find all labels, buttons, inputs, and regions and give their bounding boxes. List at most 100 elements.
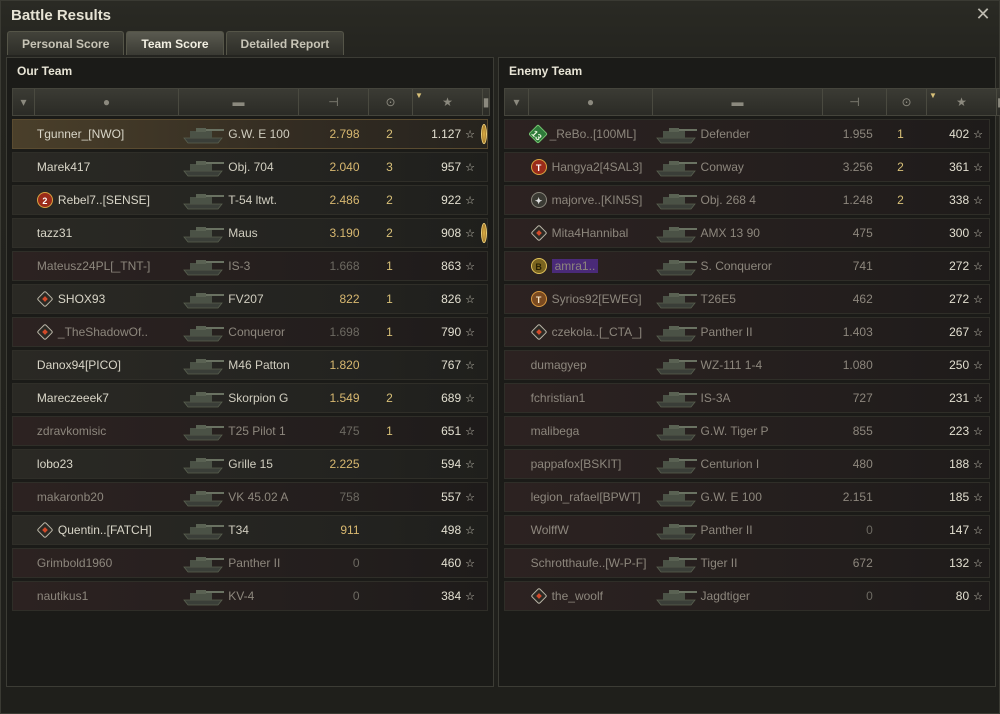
player-name[interactable]: Tgunner_[NWO] (37, 127, 124, 141)
player-cell: nautikus1 (35, 581, 178, 611)
player-name[interactable]: legion_rafael[BPWT] (531, 490, 641, 504)
enemy-header-player-icon[interactable]: ● (529, 89, 653, 115)
player-name[interactable]: WolffW (531, 523, 569, 537)
enemy-header-kills-icon[interactable]: ⊙ (887, 89, 927, 115)
star-icon: ☆ (465, 194, 476, 207)
player-name[interactable]: zdravkomisic (37, 424, 106, 438)
player-name[interactable]: makaronb20 (37, 490, 104, 504)
our-header-tank-icon[interactable]: ▬ (179, 89, 299, 115)
player-name[interactable]: amra1.. (551, 259, 599, 273)
our-header-squad-icon[interactable]: ▾ (13, 89, 35, 115)
squad-cell (505, 548, 529, 578)
medal-icon[interactable] (481, 124, 487, 144)
squad-cell (13, 482, 35, 512)
enemy-table-row[interactable]: T Syrios92[EWEG] T26E5 462 272 ☆ (504, 284, 990, 314)
player-name[interactable]: nautikus1 (37, 589, 88, 603)
player-name[interactable]: lobo23 (37, 457, 73, 471)
enemy-table-row[interactable]: the_woolf Jagdtiger 0 80 ☆ (504, 581, 990, 611)
damage-value: 0 (352, 556, 360, 570)
our-table-row[interactable]: 2 Rebel7..[SENSE] T-54 ltwt. 2.486 2 922 ☆ (12, 185, 488, 215)
player-name[interactable]: Marek417 (37, 160, 90, 174)
player-name[interactable]: Schrotthaufe..[W-P-F] (531, 556, 647, 570)
our-table-row[interactable]: Danox94[PICO] M46 Patton 1.820 767 ☆ (12, 350, 488, 380)
player-name[interactable]: Syrios92[EWEG] (552, 292, 642, 306)
medal-icon[interactable] (481, 223, 487, 243)
our-table-row[interactable]: Marek417 Obj. 704 2.040 3 957 ☆ (12, 152, 488, 182)
player-name[interactable]: pappafox[BSKIT] (531, 457, 622, 471)
tab-detailed-report[interactable]: Detailed Report (225, 31, 345, 55)
our-table-row[interactable]: SHOX93 FV207 822 1 826 ☆ (12, 284, 488, 314)
player-name[interactable]: majorve..[KIN5S] (552, 193, 643, 207)
enemy-header-xp-star-icon[interactable]: ★ ▼ (927, 89, 997, 115)
our-table-row[interactable]: Mateusz24PL[_TNT-] IS-3 1.668 1 863 ☆ (12, 251, 488, 281)
our-header-medal-icon[interactable]: ▮ (483, 89, 490, 115)
player-name[interactable]: fchristian1 (531, 391, 586, 405)
player-name[interactable]: Mateusz24PL[_TNT-] (37, 259, 150, 273)
enemy-table-row[interactable]: fchristian1 IS-3A 727 231 ☆ (504, 383, 990, 413)
our-table-row[interactable]: makaronb20 VK 45.02 A 758 557 ☆ (12, 482, 488, 512)
player-name[interactable]: _TheShadowOf.. (58, 325, 148, 339)
enemy-header-damage-icon[interactable]: ⊣ (823, 89, 887, 115)
enemy-table-row[interactable]: dumagyep WZ-111 1-4 1.080 250 ☆ (504, 350, 990, 380)
our-table-row[interactable]: tazz31 Maus 3.190 2 908 ☆ (12, 218, 488, 248)
our-table-row[interactable]: nautikus1 KV-4 0 384 ☆ (12, 581, 488, 611)
enemy-table-row[interactable]: Mita4Hannibal AMX 13 90 475 300 ☆ (504, 218, 990, 248)
player-name[interactable]: SHOX93 (58, 292, 105, 306)
player-name[interactable]: czekola..[_CTA_] (552, 325, 642, 339)
our-header-player-icon[interactable]: ● (35, 89, 179, 115)
our-table-row[interactable]: Grimbold1960 Panther II 0 460 ☆ (12, 548, 488, 578)
our-table-row[interactable]: Mareczeeek7 Skorpion G 1.549 2 689 ☆ (12, 383, 488, 413)
xp-value: 767 (441, 358, 462, 372)
our-header-damage-icon[interactable]: ⊣ (299, 89, 369, 115)
player-name[interactable]: Mita4Hannibal (552, 226, 629, 240)
tank-name: T25 Pilot 1 (228, 424, 286, 438)
enemy-table-row[interactable]: ✦ majorve..[KIN5S] Obj. 268 4 1.248 2 338 ☆ (504, 185, 990, 215)
tab-personal-score[interactable]: Personal Score (7, 31, 125, 55)
enemy-table-row[interactable]: legion_rafael[BPWT] G.W. E 100 2.151 185 ☆ (504, 482, 990, 512)
player-name[interactable]: Quentin..[FATCH] (58, 523, 152, 537)
player-name[interactable]: the_woolf (552, 589, 603, 603)
our-header-kills-icon[interactable]: ⊙ (369, 89, 413, 115)
enemy-table-row[interactable]: pappafox[BSKIT] Centurion I 480 188 ☆ (504, 449, 990, 479)
tab-team-score[interactable]: Team Score (126, 31, 224, 55)
player-name[interactable]: Grimbold1960 (37, 556, 112, 570)
player-name[interactable]: malibega (531, 424, 580, 438)
our-table-row[interactable]: zdravkomisic T25 Pilot 1 475 1 651 ☆ (12, 416, 488, 446)
enemy-header-tank-icon[interactable]: ▬ (653, 89, 823, 115)
our-table-row[interactable]: _TheShadowOf.. Conqueror 1.698 1 790 ☆ (12, 317, 488, 347)
enemy-header-squad-icon[interactable]: ▾ (505, 89, 529, 115)
player-name[interactable]: tazz31 (37, 226, 72, 240)
player-name[interactable]: Rebel7..[SENSE] (58, 193, 150, 207)
tank-name: Tiger II (700, 556, 738, 570)
xp-cell: 767 ☆ (411, 350, 481, 380)
player-cell: T Syrios92[EWEG] (529, 284, 651, 314)
player-name[interactable]: _ReBo..[100ML] (550, 127, 637, 141)
player-name[interactable]: Mareczeeek7 (37, 391, 109, 405)
enemy-table-row[interactable]: 13 _ReBo..[100ML] Defender 1.955 1 402 ☆ (504, 119, 990, 149)
our-table-row[interactable]: Quentin..[FATCH] T34 911 498 ☆ (12, 515, 488, 545)
our-team-rows: Tgunner_[NWO] G.W. E 100 2.798 2 1.127 ☆ Marek… (12, 119, 488, 614)
xp-cell: 1.127 ☆ (411, 119, 481, 149)
enemy-table-row[interactable]: malibega G.W. Tiger P 855 223 ☆ (504, 416, 990, 446)
player-cell: Mita4Hannibal (529, 218, 651, 248)
enemy-table-row[interactable]: Bamra1.. S. Conqueror 741 272 ☆ (504, 251, 990, 281)
our-table-row[interactable]: lobo23 Grille 15 2.225 594 ☆ (12, 449, 488, 479)
tank-cell: G.W. Tiger P (651, 416, 818, 446)
damage-value: 1.549 (329, 391, 360, 405)
player-name[interactable]: Hangya2[4SAL3] (552, 160, 643, 174)
star-icon: ☆ (973, 359, 983, 372)
player-name[interactable]: Danox94[PICO] (37, 358, 121, 372)
enemy-table-row[interactable]: czekola..[_CTA_] Panther II 1.403 267 ☆ (504, 317, 990, 347)
player-cell: 13 _ReBo..[100ML] (528, 119, 651, 149)
xp-cell: 863 ☆ (411, 251, 481, 281)
our-table-row[interactable]: Tgunner_[NWO] G.W. E 100 2.798 2 1.127 ☆ (12, 119, 488, 149)
enemy-table-row[interactable]: WolffW Panther II 0 147 ☆ (504, 515, 990, 545)
enemy-table-row[interactable]: T Hangya2[4SAL3] Conway 3.256 2 361 ☆ (504, 152, 990, 182)
tank-name: Defender (700, 127, 750, 141)
close-icon[interactable]: ✕ (973, 4, 993, 24)
player-name[interactable]: dumagyep (531, 358, 587, 372)
tank-cell: Obj. 268 4 (651, 185, 818, 215)
enemy-table-row[interactable]: Schrotthaufe..[W-P-F] Tiger II 672 132 ☆ (504, 548, 990, 578)
our-header-xp-star-icon[interactable]: ★ ▼ (413, 89, 483, 115)
damage-value: 475 (852, 226, 873, 240)
